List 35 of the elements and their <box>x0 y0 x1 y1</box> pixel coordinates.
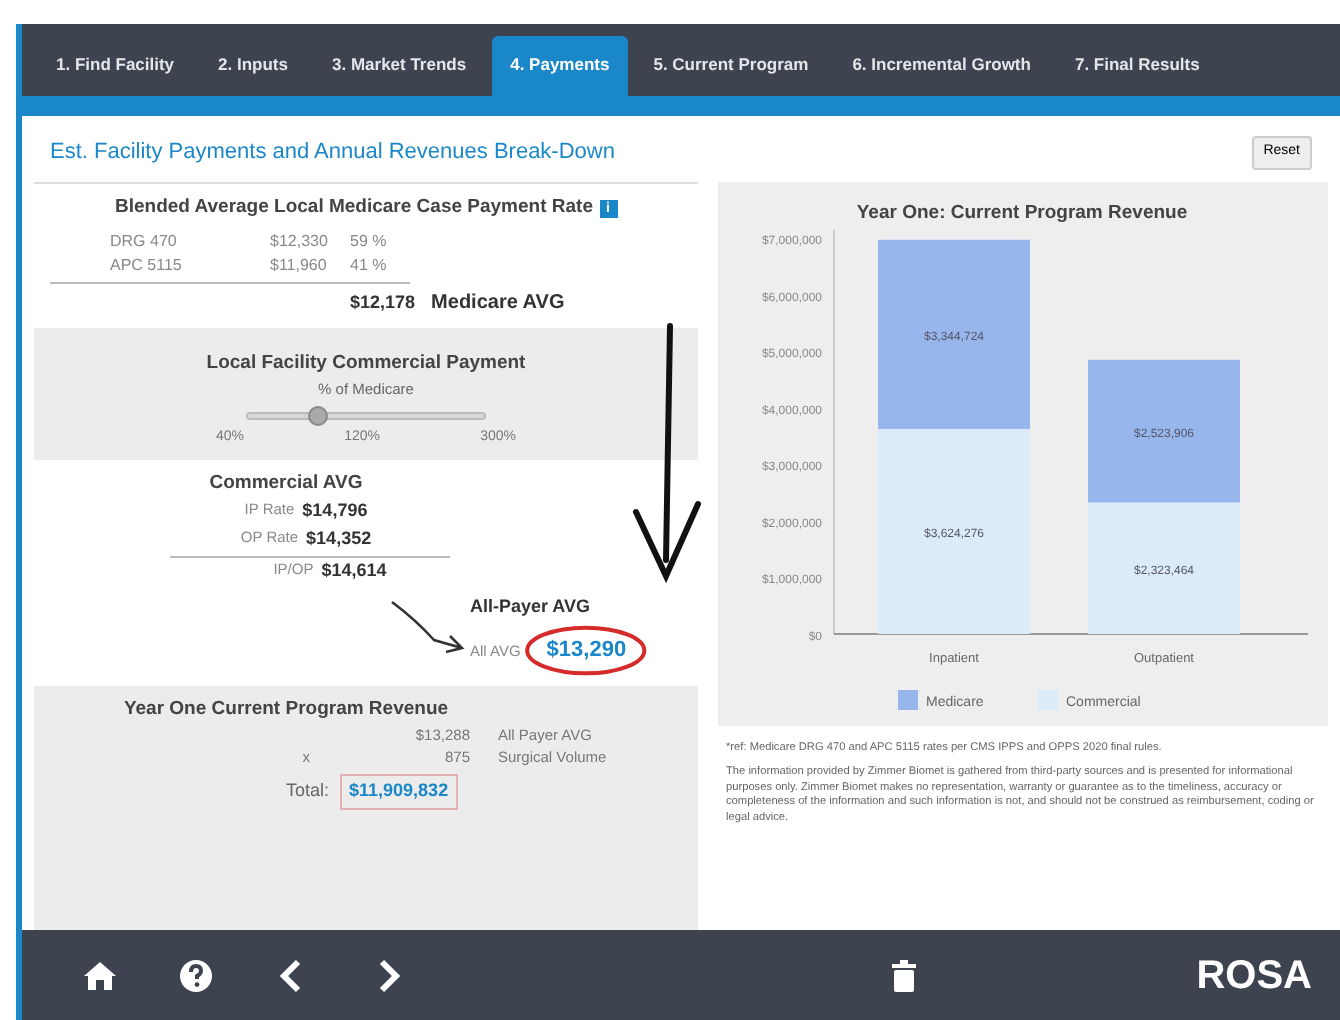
rate-value: $14,796 <box>302 498 368 524</box>
nav-tab[interactable]: 3. Market Trends <box>314 36 485 96</box>
rate-value: $14,352 <box>306 525 372 551</box>
average-label: Medicare AVG <box>431 289 565 318</box>
nav-tab[interactable]: 7. Final Results <box>1056 36 1218 96</box>
nav-tab[interactable]: 6. Incremental Growth <box>834 36 1049 96</box>
code-label: DRG 470 <box>110 229 179 254</box>
trash-icon[interactable] <box>890 959 918 991</box>
all-avg-value: $13,290 <box>546 638 627 662</box>
nav-tab[interactable]: 4. Payments <box>492 36 628 96</box>
total-value: $11,909,832 <box>339 774 459 810</box>
nav-tab[interactable]: 1. Find Facility <box>38 36 193 96</box>
highlight-ring <box>526 626 647 675</box>
section-title: Local Facility Commercial Payment <box>204 349 528 378</box>
brand-logo: ROSA <box>1196 951 1312 1001</box>
amount-value: $11,960 <box>270 253 329 278</box>
nav-tab[interactable]: 2. Inputs <box>200 36 306 96</box>
code-label: APC 5115 <box>110 253 184 278</box>
share-value: 59 % <box>350 229 387 254</box>
section-title: Blended Average Local Medicare Case Payment Rate <box>114 195 593 217</box>
slider-thumb[interactable] <box>308 406 329 427</box>
section-title: Commercial AVG <box>207 469 365 498</box>
amount-value: $12,330 <box>270 229 330 254</box>
home-icon[interactable] <box>82 957 118 993</box>
share-value: 41 % <box>350 253 387 278</box>
help-icon[interactable] <box>178 957 214 993</box>
rate-value: $14,614 <box>321 558 387 584</box>
chart-title: Year One: Current Program Revenue <box>856 201 1188 223</box>
nav-tab[interactable]: 5. Current Program <box>635 36 827 96</box>
slider-track[interactable] <box>246 412 486 421</box>
section-title: Year One Current Program Revenue <box>121 695 451 723</box>
page-title: Est. Facility Payments and Annual Revenues Break-Down <box>50 138 615 168</box>
total-label: Total: <box>286 778 330 805</box>
all-payer-title: All-Payer AVG <box>470 593 593 620</box>
average-value: $12,178 <box>350 289 416 316</box>
